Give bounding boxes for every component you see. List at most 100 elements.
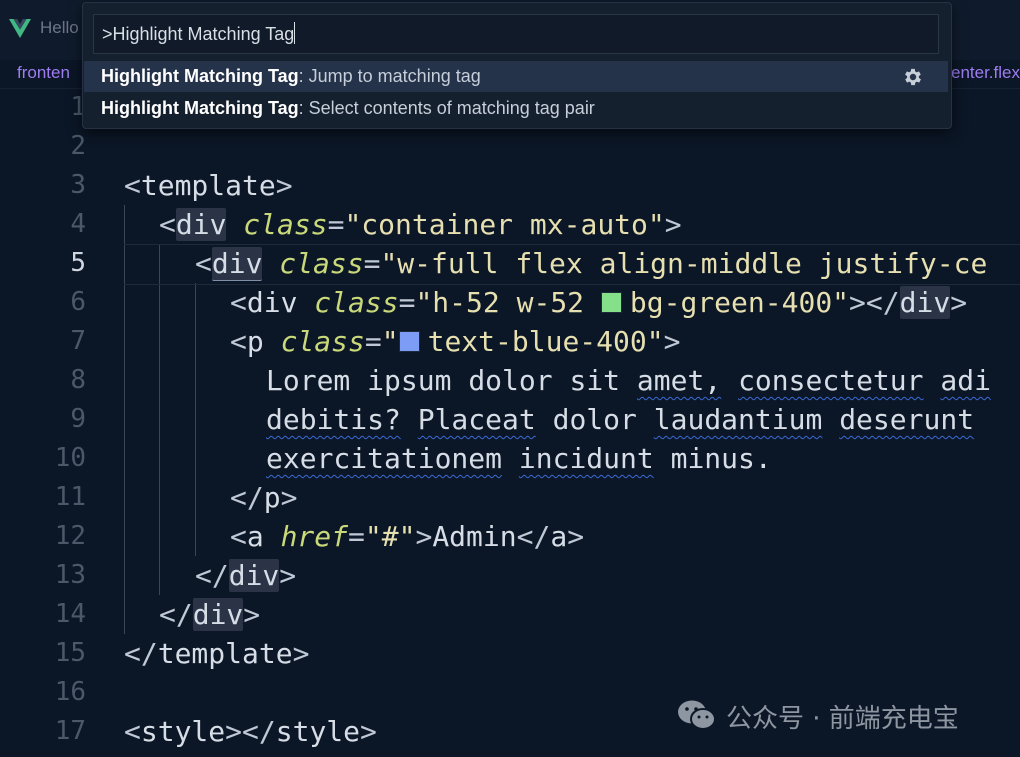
breadcrumb-path[interactable]: fronten	[17, 63, 70, 83]
token-attr: href	[280, 520, 349, 553]
token: =	[364, 325, 382, 358]
line-number: 11	[54, 482, 86, 512]
text-word: minus.	[670, 442, 772, 475]
line-number: 5	[70, 248, 86, 278]
indent-guide	[159, 244, 160, 595]
text-word-spelling-warning: exercitationem	[266, 442, 503, 475]
line-number: 14	[54, 599, 86, 629]
token: =	[327, 208, 345, 241]
token: =	[348, 520, 365, 553]
code-editor[interactable]: 1 2 3 4 5 6 7 8 9 10 11 12 13 14 15 16 17 <template> <di…	[0, 88, 1020, 757]
code-line-7: <p class=" text-blue-400">	[230, 322, 680, 361]
token-tag: style	[140, 715, 226, 748]
token-tag-highlighted: div	[192, 598, 244, 631]
code-line-4: <div class="container mx-auto">	[159, 205, 682, 244]
token-tag: template	[157, 637, 293, 670]
line-number: 6	[70, 287, 86, 317]
token-tag: style	[275, 715, 361, 748]
line-number: 13	[54, 560, 86, 590]
code-line-10: exercitationem incidunt minus.	[266, 439, 772, 478]
text-word-spelling-warning: incidunt	[518, 442, 654, 475]
token: >	[849, 286, 866, 319]
token: <	[230, 325, 247, 358]
text-word-spelling-warning: adi	[940, 364, 991, 397]
tab-title[interactable]: Hello	[40, 18, 79, 38]
command-description: : Select contents of matching tag pair	[298, 98, 595, 118]
token: >	[225, 715, 243, 748]
token-attr: class	[279, 247, 364, 280]
token: </	[230, 481, 264, 514]
line-number: 7	[70, 326, 86, 356]
token: =	[363, 247, 381, 280]
text-word-spelling-warning: amet,	[636, 364, 722, 397]
command-result-select-contents[interactable]: Highlight Matching Tag: Select contents …	[84, 93, 948, 124]
token-tag: p	[246, 325, 264, 358]
text-word: sit	[569, 364, 621, 397]
token-tag: p	[263, 481, 281, 514]
token: <	[124, 169, 141, 202]
watermark-text: 公众号 · 前端充电宝	[726, 704, 959, 734]
gear-icon[interactable]	[902, 66, 924, 88]
token: </	[124, 637, 158, 670]
token: </	[195, 559, 229, 592]
token: <	[195, 247, 212, 280]
color-swatch-icon[interactable]	[600, 292, 622, 313]
token-tag-highlighted: div	[899, 286, 951, 319]
breadcrumb-symbol[interactable]: enter.flex	[951, 63, 1020, 83]
token: <	[230, 520, 247, 553]
token-text: Admin	[432, 520, 517, 553]
token: =	[398, 286, 416, 319]
line-number: 16	[54, 677, 86, 707]
code-line-14: </div>	[159, 595, 260, 634]
line-number: 9	[70, 404, 86, 434]
text-word-spelling-warning: laudantium	[653, 403, 823, 436]
text-word-spelling-warning: Placeat	[417, 403, 536, 436]
token-attr: class	[280, 325, 365, 358]
code-line-11: </p>	[230, 478, 297, 517]
code-line-12: <a href="#">Admin</a>	[230, 517, 584, 556]
token-attr: class	[314, 286, 399, 319]
text-word-spelling-warning: consectetur	[738, 364, 924, 397]
command-category: Highlight Matching Tag	[101, 66, 299, 86]
token: >	[664, 208, 682, 241]
line-number: 2	[70, 131, 86, 161]
token-string: "w-full flex align-middle justify-ce	[380, 247, 988, 280]
code-line-5: <div class="w-full flex align-middle jus…	[195, 244, 987, 283]
token-tag: a	[550, 520, 568, 553]
color-swatch-icon[interactable]	[398, 331, 420, 352]
token: <	[124, 715, 141, 748]
code-line-13: </div>	[195, 556, 296, 595]
token: >	[663, 325, 681, 358]
code-line-15: </template>	[124, 634, 309, 673]
code-line-17: <style></style>	[124, 712, 377, 751]
wechat-logo-icon	[678, 700, 716, 730]
command-palette-input[interactable]: >Highlight Matching Tag	[93, 14, 939, 54]
line-number: 17	[54, 716, 86, 746]
line-number: 15	[54, 638, 86, 668]
token: <	[159, 208, 176, 241]
text-word: dolor	[552, 403, 637, 436]
token: >	[275, 169, 293, 202]
line-number: 10	[54, 443, 86, 473]
code-line-3: <template>	[124, 166, 293, 205]
line-number: 4	[70, 209, 86, 239]
command-result-label: Highlight Matching Tag: Jump to matching…	[101, 61, 481, 92]
token: <	[230, 286, 247, 319]
indent-guide	[195, 283, 196, 556]
text-word: dolor	[468, 364, 553, 397]
vue-logo-icon	[9, 19, 31, 38]
token-string: "h-52 w-52	[415, 286, 601, 319]
command-result-jump-to-matching-tag[interactable]: Highlight Matching Tag: Jump to matching…	[84, 61, 948, 92]
token-attr: class	[243, 208, 328, 241]
code-line-9: debitis? Placeat dolor laudantium deseru…	[266, 400, 974, 439]
token-string: "	[381, 325, 399, 358]
token: </	[516, 520, 551, 553]
token: >	[360, 715, 377, 748]
token-string: "container mx-auto"	[344, 208, 665, 241]
line-number: 3	[70, 170, 86, 200]
token: >	[415, 520, 433, 553]
token-string: text-blue-400"	[427, 325, 664, 358]
token-string: "#"	[364, 520, 416, 553]
token-tag: div	[246, 286, 298, 319]
token-tag-highlighted: div	[228, 559, 280, 592]
